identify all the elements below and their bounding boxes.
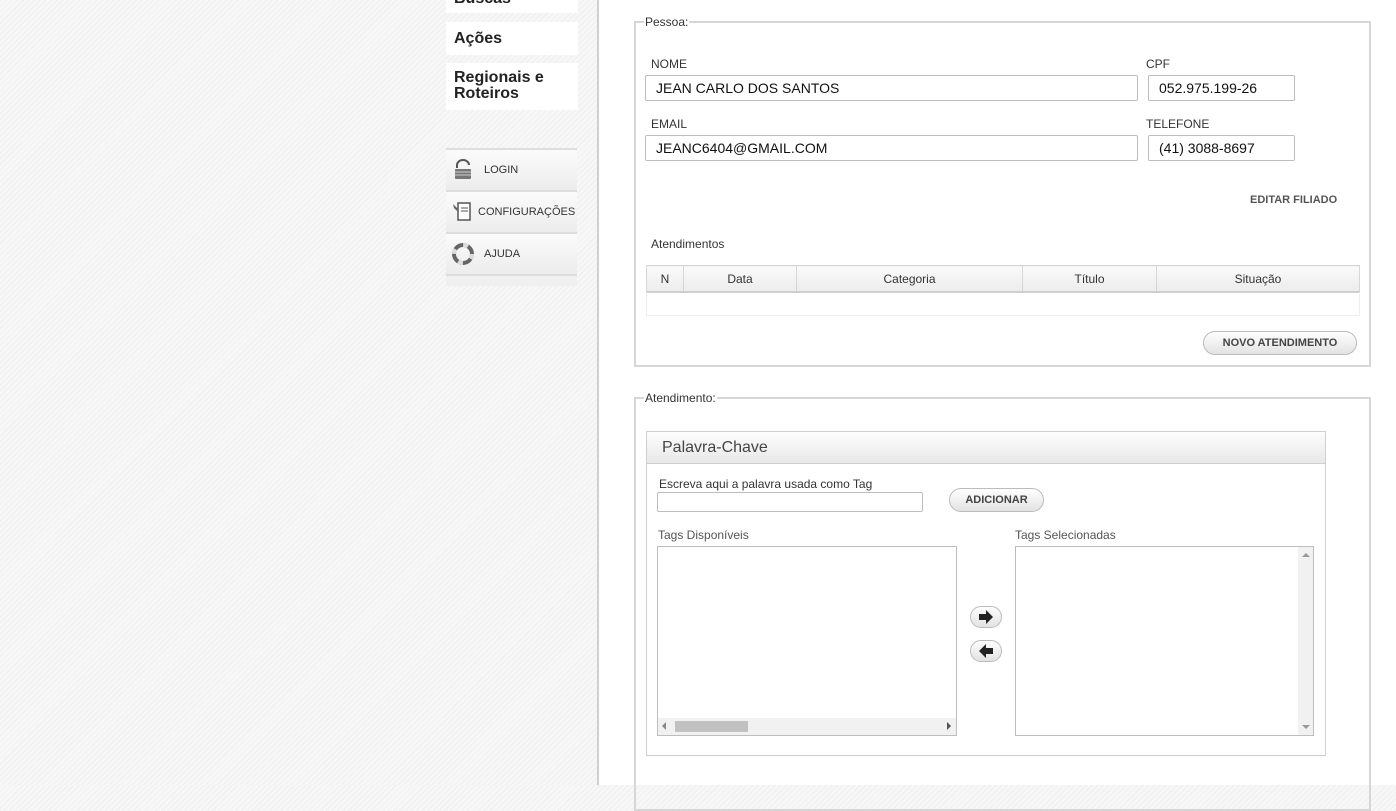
menu-item-buscas[interactable]: Buscas (446, 0, 578, 13)
lock-icon (455, 159, 471, 179)
column-header-titulo[interactable]: Título (1022, 265, 1157, 293)
column-header-n[interactable]: N (646, 265, 684, 293)
move-right-button[interactable] (970, 606, 1002, 628)
vertical-scrollbar[interactable] (1298, 547, 1313, 735)
scroll-right-icon[interactable] (947, 722, 951, 730)
arrow-left-icon (979, 644, 993, 658)
selected-tags-label: Tags Selecionadas (1015, 528, 1116, 542)
keyword-panel-title: Palavra-Chave (647, 432, 1325, 464)
table-empty-row (646, 292, 1360, 316)
help-label: AJUDA (484, 248, 521, 260)
menu-item-label: Buscas (446, 0, 578, 8)
horizontal-scrollbar[interactable] (658, 718, 956, 735)
email-input[interactable] (645, 135, 1138, 161)
table-header-row: N Data Categoria Título Situação (646, 265, 1360, 293)
atendimentos-table: N Data Categoria Título Situação (646, 265, 1360, 293)
tag-input[interactable] (657, 492, 923, 512)
arrow-right-icon (979, 610, 993, 624)
utility-menu: LOGIN CONFIGURAÇÕES AJUDA (446, 148, 577, 286)
email-label: EMAIL (651, 117, 688, 131)
column-header-categoria[interactable]: Categoria (796, 265, 1023, 293)
available-tags-list[interactable] (657, 546, 957, 736)
menu-item-acoes[interactable]: Ações (446, 22, 578, 55)
nome-input[interactable] (645, 75, 1138, 101)
main-content: Pessoa: NOME CPF EMAIL TELEFONE EDITAR F… (597, 0, 1396, 811)
selected-tags-list[interactable] (1015, 546, 1314, 736)
cpf-label: CPF (1146, 57, 1170, 71)
scroll-up-icon[interactable] (1302, 553, 1310, 557)
nome-label: NOME (651, 57, 687, 71)
scroll-thumb[interactable] (675, 721, 748, 732)
available-tags-label: Tags Disponíveis (658, 528, 749, 542)
login-label: LOGIN (484, 164, 519, 176)
cpf-input[interactable] (1148, 75, 1295, 101)
settings-document-icon (453, 202, 471, 221)
pessoa-legend: Pessoa: (645, 15, 689, 29)
telefone-label: TELEFONE (1146, 117, 1210, 131)
login-item[interactable]: LOGIN (446, 148, 577, 190)
menu-item-regionais-roteiros[interactable]: Regionais e Roteiros (446, 63, 578, 110)
tag-input-label: Escreva aqui a palavra usada como Tag (659, 477, 873, 491)
move-left-button[interactable] (970, 640, 1002, 662)
menu-divider (446, 274, 577, 286)
column-header-situacao[interactable]: Situação (1156, 265, 1360, 293)
new-service-button[interactable]: NOVO ATENDIMENTO (1203, 331, 1357, 355)
add-tag-button[interactable]: ADICIONAR (949, 488, 1044, 512)
telefone-input[interactable] (1148, 135, 1295, 161)
lifebuoy-icon (452, 243, 474, 265)
edit-member-link[interactable]: EDITAR FILIADO (1250, 194, 1337, 206)
column-header-data[interactable]: Data (683, 265, 797, 293)
atendimentos-title: Atendimentos (651, 237, 725, 251)
scroll-down-icon[interactable] (1302, 725, 1310, 729)
menu-item-label: Regionais e Roteiros (454, 69, 544, 102)
settings-item[interactable]: CONFIGURAÇÕES (446, 190, 577, 232)
help-item[interactable]: AJUDA (446, 232, 577, 274)
menu-item-label: Ações (454, 30, 503, 47)
settings-label: CONFIGURAÇÕES (478, 206, 576, 218)
scroll-left-icon[interactable] (662, 722, 666, 730)
atendimento-legend: Atendimento: (645, 391, 716, 405)
